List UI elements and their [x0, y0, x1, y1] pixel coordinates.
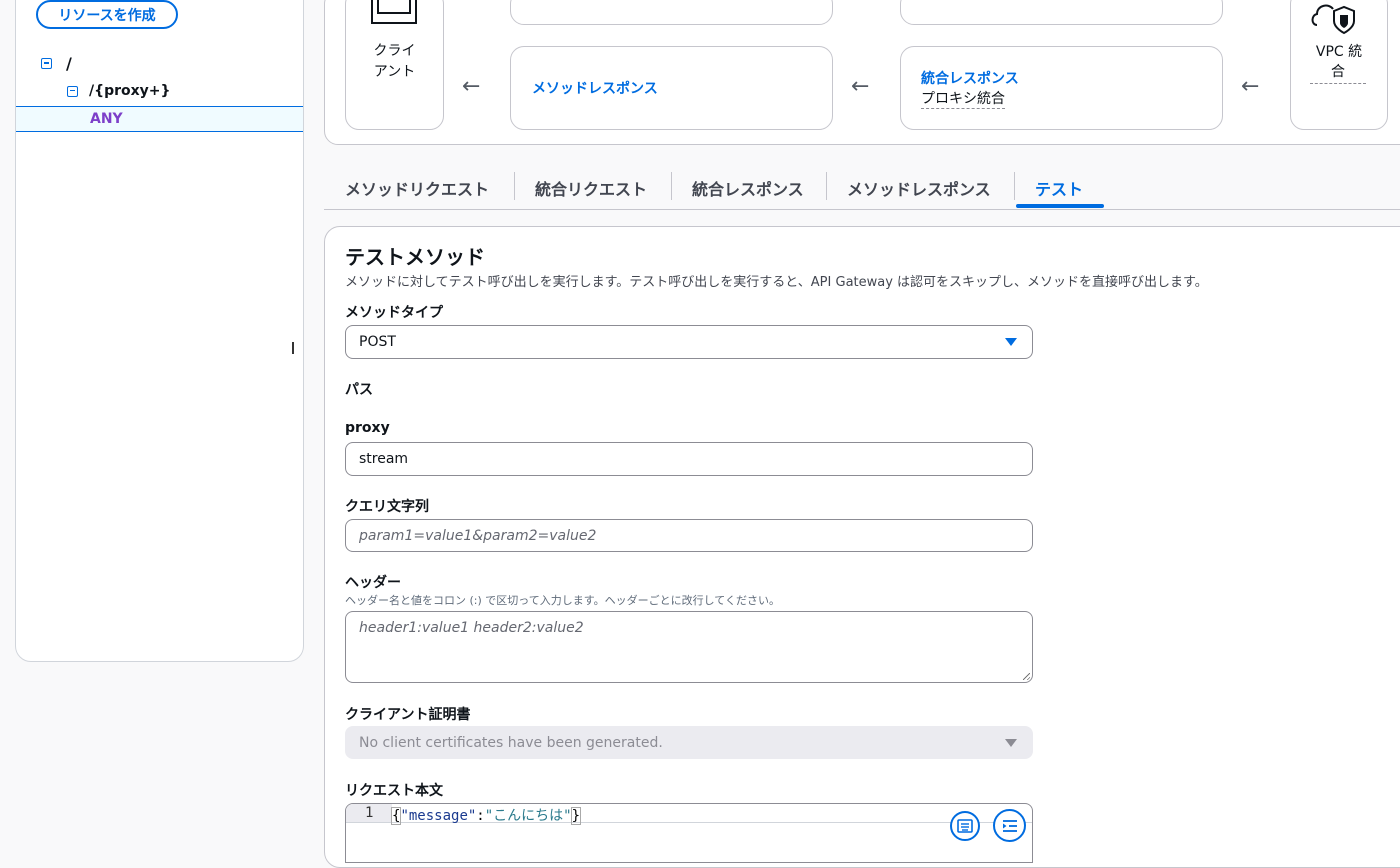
tab-divider: [826, 172, 827, 200]
client-certificate-select: No client certificates have been generat…: [345, 726, 1033, 759]
method-any-label[interactable]: ANY: [90, 111, 123, 127]
caret-down-icon: [1005, 738, 1017, 747]
flow-arrow-icon: ←: [1241, 74, 1260, 99]
query-string-label: クエリ文字列: [345, 499, 429, 515]
headers-description: ヘッダー名と値をコロン (:) で区切って入力します。ヘッダーごとに改行してくだ…: [345, 594, 780, 607]
tab-divider: [1014, 172, 1015, 200]
json-colon: :: [476, 808, 485, 824]
code-line[interactable]: {"message":"こんにちは"}: [390, 805, 582, 825]
test-description: メソッドに対してテスト呼び出しを実行します。テスト呼び出しを実行すると、API …: [345, 275, 1208, 290]
keyboard-icon[interactable]: [950, 811, 980, 841]
method-type-value: POST: [359, 334, 396, 350]
vpc-label-line2: 合: [1310, 62, 1366, 84]
vpc-label-line1: VPC 統: [1315, 44, 1363, 60]
tree-item-root[interactable]: /: [41, 54, 72, 73]
tree-item-label: /: [66, 54, 72, 73]
collapse-icon[interactable]: [67, 85, 78, 97]
create-resource-button[interactable]: リソースを作成: [36, 0, 178, 29]
method-flow-diagram: [324, 0, 1400, 145]
proxy-path-input[interactable]: stream: [345, 442, 1033, 476]
tab-test[interactable]: テスト: [1035, 176, 1083, 200]
flow-arrow-icon: ←: [851, 74, 870, 99]
format-indent-icon[interactable]: [993, 809, 1026, 842]
client-certificate-label: クライアント証明書: [345, 707, 471, 723]
client-label-line2: アント: [373, 64, 416, 80]
json-string-value: "こんにちは": [484, 808, 572, 824]
resize-handle-icon[interactable]: [1023, 673, 1030, 680]
request-body-label: リクエスト本文: [345, 783, 443, 799]
integration-request-card[interactable]: [900, 0, 1223, 25]
tab-divider: [514, 172, 515, 200]
client-certificate-value: No client certificates have been generat…: [359, 734, 663, 751]
collapse-icon[interactable]: [41, 58, 52, 69]
query-string-input[interactable]: param1=value1&param2=value2: [345, 519, 1033, 552]
resources-panel: [15, 0, 304, 662]
method-type-label: メソッドタイプ: [345, 305, 443, 321]
tree-item-label: /{proxy+}: [89, 83, 171, 99]
method-tabs: メソッドリクエスト 統合リクエスト 統合レスポンス メソッドレスポンス テスト: [324, 160, 1400, 210]
query-string-placeholder: param1=value1&param2=value2: [359, 527, 597, 544]
client-label-line1: クライ: [373, 43, 416, 59]
headers-textarea[interactable]: header1:value1 header2:value2: [345, 611, 1033, 683]
path-section-label: パス: [345, 382, 373, 398]
tree-item-any-selected[interactable]: [16, 106, 303, 132]
caret-down-icon: [1005, 338, 1017, 346]
headers-label: ヘッダー: [345, 575, 401, 591]
tab-method-response[interactable]: メソッドレスポンス: [847, 176, 991, 200]
monitor-icon: [371, 0, 417, 24]
integration-response-link[interactable]: 統合レスポンス: [921, 68, 1019, 88]
flow-arrow-icon: ←: [462, 74, 481, 99]
integration-type-label: プロキシ統合: [921, 88, 1005, 109]
tree-item-proxy[interactable]: /{proxy+}: [67, 83, 170, 99]
request-body-editor[interactable]: 1 {"message":"こんにちは"}: [345, 803, 1033, 863]
method-type-select[interactable]: POST: [345, 325, 1033, 359]
tab-integration-request[interactable]: 統合リクエスト: [535, 176, 647, 200]
line-number: 1: [365, 805, 374, 821]
active-tab-indicator: [1016, 204, 1104, 208]
method-response-link[interactable]: メソッドレスポンス: [532, 78, 658, 98]
page-title: テストメソッド: [345, 245, 485, 269]
proxy-path-value: stream: [359, 451, 409, 467]
tab-integration-response[interactable]: 統合レスポンス: [692, 176, 804, 200]
tab-method-request[interactable]: メソッドリクエスト: [345, 176, 489, 200]
cloud-shield-icon: [1311, 4, 1355, 35]
method-request-card[interactable]: [510, 0, 833, 25]
proxy-label: proxy: [345, 420, 390, 436]
headers-placeholder: header1:value1 header2:value2: [359, 620, 584, 636]
tab-divider: [671, 172, 672, 200]
text-cursor: [292, 342, 294, 354]
json-key: "message": [400, 808, 477, 824]
